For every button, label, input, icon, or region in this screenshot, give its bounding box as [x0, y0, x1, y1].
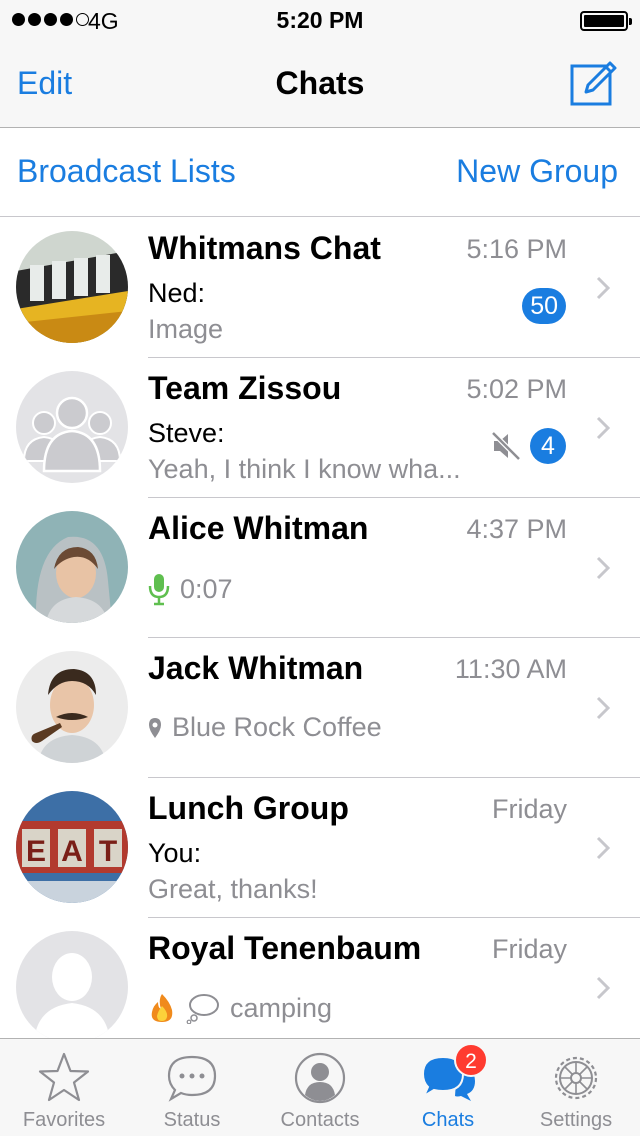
chevron-right-icon: [596, 976, 610, 1000]
chat-preview: Great, thanks!: [148, 874, 318, 904]
voice-duration: 0:07: [180, 573, 233, 604]
screen: 4G 5:20 PM Edit Chats Broadcast Lists Ne…: [0, 0, 640, 1136]
status-time: 5:20 PM: [276, 7, 364, 33]
chat-row-whitmans-chat[interactable]: Whitmans Chat 5:16 PM Ned: Image 50: [0, 218, 640, 358]
gear-icon: [554, 1056, 598, 1100]
contact-placeholder-avatar: [16, 931, 128, 1038]
group-photo-avatar: E A T: [16, 791, 128, 903]
svg-text:A: A: [61, 835, 83, 868]
chat-name: Whitmans Chat: [148, 230, 381, 266]
chat-list: Whitmans Chat 5:16 PM Ned: Image 50 Team…: [0, 218, 640, 1038]
muted-speaker-icon: [491, 431, 521, 461]
thought-bubble-emoji-icon: [186, 994, 219, 1024]
unread-badge: 4: [530, 428, 566, 464]
tab-chats[interactable]: 2 Chats: [384, 1039, 512, 1136]
battery-icon: [580, 11, 632, 31]
compose-icon[interactable]: [568, 58, 618, 108]
chat-row-alice-whitman[interactable]: Alice Whitman 4:37 PM 0:07: [0, 498, 640, 638]
tab-favorites[interactable]: Favorites: [0, 1039, 128, 1136]
location-pin-icon: [149, 717, 161, 738]
chat-preview: Image: [148, 314, 224, 344]
speech-bubble-icon: [167, 1055, 217, 1102]
chat-name: Jack Whitman: [148, 650, 364, 686]
chats-unread-badge: 2: [454, 1043, 488, 1077]
person-icon: [294, 1052, 346, 1104]
chevron-right-icon: [596, 836, 610, 860]
chat-name: Alice Whitman: [148, 510, 369, 546]
broadcast-lists-button[interactable]: Broadcast Lists: [17, 153, 236, 190]
list-actions-bar: Broadcast Lists New Group: [0, 129, 640, 217]
chevron-right-icon: [596, 416, 610, 440]
chat-time: Friday: [491, 794, 567, 824]
fire-emoji-icon: [151, 994, 173, 1022]
chat-time: 4:37 PM: [466, 514, 567, 544]
tab-bar: Favorites Status Contacts 2 Chats Settin…: [0, 1038, 640, 1136]
chat-name: Lunch Group: [148, 790, 349, 826]
navigation-bar: Edit Chats: [0, 40, 640, 128]
contact-photo-avatar: [16, 511, 128, 623]
chat-sender: Steve:: [148, 418, 225, 448]
svg-text:T: T: [99, 835, 117, 868]
tab-label: Status: [163, 1109, 221, 1131]
chat-time: 11:30 AM: [454, 654, 567, 684]
chat-time: 5:02 PM: [466, 374, 567, 404]
chat-row-jack-whitman[interactable]: Jack Whitman 11:30 AM Blue Rock Coffee: [0, 638, 640, 778]
tab-status[interactable]: Status: [128, 1039, 256, 1136]
status-bar: 4G 5:20 PM: [0, 0, 640, 40]
chat-preview: Yeah, I think I know wha...: [148, 454, 461, 484]
chevron-right-icon: [596, 696, 610, 720]
chat-name: Team Zissou: [148, 370, 342, 406]
location-name: Blue Rock Coffee: [172, 712, 382, 742]
microphone-icon: [148, 574, 170, 606]
tab-label: Contacts: [280, 1109, 360, 1131]
chat-preview-row: camping: [148, 992, 332, 1024]
voice-message-preview: 0:07: [148, 572, 233, 606]
chat-preview: camping: [230, 992, 333, 1023]
chat-time: Friday: [491, 934, 567, 964]
tab-label: Settings: [539, 1109, 613, 1131]
svg-text:E: E: [26, 835, 46, 868]
unread-badge: 50: [522, 288, 566, 324]
chat-row-team-zissou[interactable]: Team Zissou 5:02 PM Steve: Yeah, I think…: [0, 358, 640, 498]
tab-label: Favorites: [22, 1109, 106, 1131]
chat-sender: Ned:: [148, 278, 206, 308]
chat-sender: You:: [148, 838, 202, 868]
new-group-button[interactable]: New Group: [456, 153, 618, 190]
page-title: Chats: [275, 65, 365, 101]
chat-row-lunch-group[interactable]: E A T Lunch Group Friday You: Great, tha…: [0, 778, 640, 918]
chat-row-royal-tenenbaum[interactable]: Royal Tenenbaum Friday camping: [0, 918, 640, 1038]
chevron-right-icon: [596, 556, 610, 580]
chat-name: Royal Tenenbaum: [148, 930, 422, 966]
chat-time: 5:16 PM: [466, 234, 567, 264]
location-preview: Blue Rock Coffee: [148, 712, 382, 743]
group-placeholder-avatar: [16, 371, 128, 483]
tab-label: Chats: [421, 1109, 475, 1131]
contact-photo-avatar: [16, 651, 128, 763]
group-photo-avatar: [16, 231, 128, 343]
tab-contacts[interactable]: Contacts: [256, 1039, 384, 1136]
tab-settings[interactable]: Settings: [512, 1039, 640, 1136]
chevron-right-icon: [596, 276, 610, 300]
star-icon: [38, 1052, 90, 1102]
